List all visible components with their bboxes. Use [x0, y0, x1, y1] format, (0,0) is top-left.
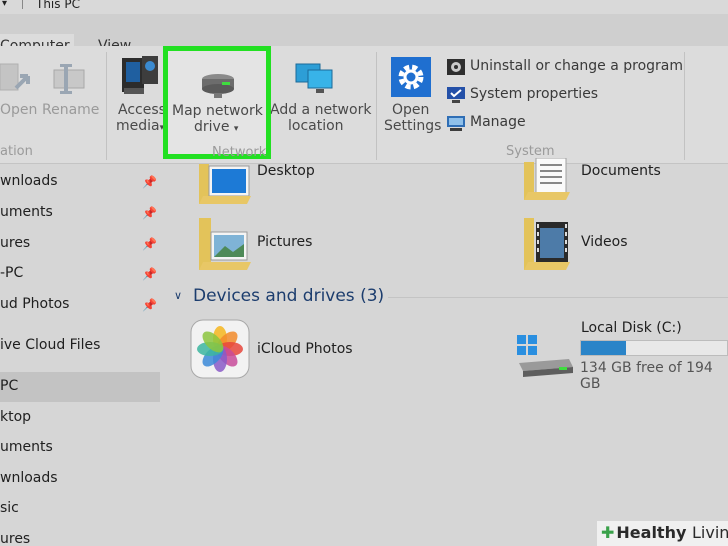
group-label-location: ation — [0, 144, 33, 159]
folder-videos-label[interactable]: Videos — [581, 234, 628, 250]
quick-access-dropdown-icon[interactable]: ▾ — [2, 0, 7, 10]
gear-icon — [391, 57, 431, 97]
network-location-icon — [295, 63, 333, 93]
uninstall-program-button[interactable]: Uninstall or change a program — [470, 58, 683, 74]
icloud-photos-label[interactable]: iCloud Photos — [257, 341, 353, 357]
ribbon-separator — [376, 52, 377, 160]
access-media-icon — [122, 56, 158, 94]
ribbon-tabs: Computer View — [0, 14, 728, 62]
pin-icon[interactable]: 📌 — [142, 175, 157, 189]
uninstall-program-icon — [447, 59, 465, 75]
ribbon-separator — [684, 52, 685, 160]
dropdown-arrow-icon: ▾ — [233, 124, 239, 134]
open-icon — [0, 63, 30, 91]
access-media-label-2: media — [116, 118, 160, 134]
group-label-network: Network — [212, 145, 267, 160]
nav-item-music[interactable]: sic — [0, 500, 19, 516]
title-separator — [22, 0, 23, 9]
window-title: This PC — [36, 0, 80, 11]
open-button[interactable]: Open — [0, 102, 37, 118]
watermark-brand-2: Living — [691, 523, 728, 542]
manage-button[interactable]: Manage — [470, 114, 526, 130]
nav-item-documents-2[interactable]: uments — [0, 439, 53, 455]
add-network-location-label-2[interactable]: location — [288, 118, 344, 134]
system-properties-icon — [447, 87, 465, 103]
nav-item-downloads[interactable]: wnloads — [0, 173, 58, 189]
rename-button[interactable]: Rename — [42, 102, 99, 118]
system-properties-button[interactable]: System properties — [470, 86, 598, 102]
pictures-folder-icon[interactable] — [197, 218, 253, 270]
collapse-chevron-icon[interactable]: ∨ — [174, 289, 182, 302]
nav-item-pc[interactable]: -PC — [0, 265, 23, 281]
ribbon: Open Rename ation Access media▾ Open Set… — [0, 46, 728, 164]
section-divider — [388, 297, 728, 298]
folder-documents-label[interactable]: Documents — [581, 163, 661, 179]
folder-desktop-label[interactable]: Desktop — [257, 163, 315, 179]
open-settings-label-1[interactable]: Open — [392, 102, 429, 118]
nav-item-this-pc[interactable]: PC — [0, 378, 18, 394]
watermark-brand-1: Healthy — [616, 523, 687, 542]
pin-icon[interactable]: 📌 — [142, 267, 157, 281]
network-drive-icon — [202, 74, 234, 98]
nav-selection-highlight — [0, 372, 160, 402]
manage-icon — [447, 116, 465, 131]
ribbon-separator — [106, 52, 107, 160]
map-network-drive-label-row: drive ▾ — [194, 119, 238, 137]
disk-usage-fill — [581, 341, 627, 355]
documents-folder-icon[interactable] — [522, 158, 572, 200]
nav-item-documents[interactable]: uments — [0, 204, 53, 220]
local-disk-label[interactable]: Local Disk (C:) — [581, 320, 682, 336]
folder-pictures-label[interactable]: Pictures — [257, 234, 312, 250]
group-label-system: System — [506, 144, 555, 159]
disk-free-space-text: 134 GB free of 194 GB — [580, 360, 713, 392]
map-network-drive-label-2: drive — [194, 119, 230, 135]
pin-icon[interactable]: 📌 — [142, 237, 157, 251]
pin-icon[interactable]: 📌 — [142, 206, 157, 220]
rename-icon — [53, 64, 85, 94]
devices-and-drives-header[interactable]: Devices and drives (3) — [193, 286, 384, 306]
map-network-drive-label-1: Map network — [172, 103, 263, 119]
open-settings-label-2[interactable]: Settings — [384, 118, 441, 134]
nav-item-pictures-2[interactable]: ures — [0, 531, 30, 546]
access-media-button[interactable]: media▾ — [116, 118, 164, 136]
disk-usage-bar — [580, 340, 728, 356]
desktop-folder-icon[interactable] — [197, 164, 253, 204]
navigation-pane — [0, 164, 162, 546]
nav-item-desktop[interactable]: ktop — [0, 409, 31, 425]
watermark-plus-icon: ✚ — [601, 523, 615, 542]
nav-item-icloud-drive[interactable]: ive Cloud Files — [0, 337, 100, 353]
nav-item-icloud-photos[interactable]: ud Photos — [0, 296, 69, 312]
title-bar: ▾ This PC — [0, 0, 728, 14]
add-network-location-label-1[interactable]: Add a network — [270, 102, 371, 118]
healthy-living-watermark: ✚Healthy Living — [597, 521, 728, 546]
nav-item-downloads-2[interactable]: wnloads — [0, 470, 58, 486]
map-network-drive-button[interactable]: Map network drive ▾ Network — [163, 46, 271, 160]
icloud-photos-icon[interactable] — [190, 319, 250, 379]
access-media-label-1[interactable]: Access — [118, 102, 166, 118]
pin-icon[interactable]: 📌 — [142, 298, 157, 312]
nav-item-pictures[interactable]: ures — [0, 235, 30, 251]
videos-folder-icon[interactable] — [522, 218, 572, 270]
local-disk-icon[interactable] — [515, 333, 575, 377]
